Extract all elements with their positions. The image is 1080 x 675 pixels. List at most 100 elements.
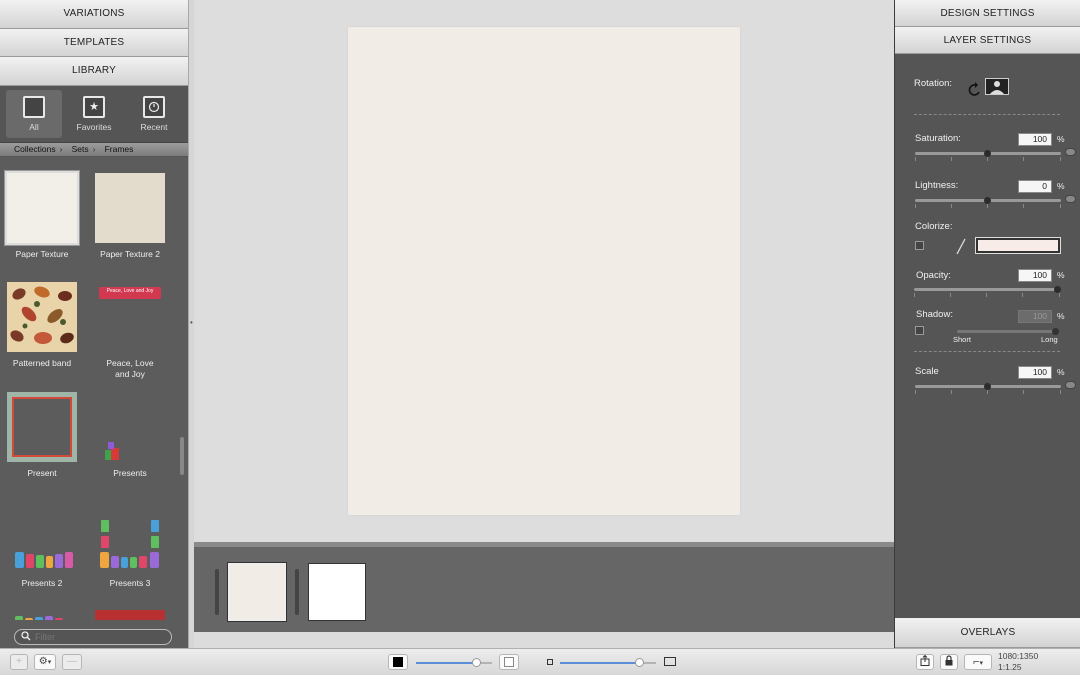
library-item[interactable]: Presents bbox=[86, 392, 174, 479]
rotate-icon[interactable] bbox=[967, 82, 983, 101]
background-color-button[interactable] bbox=[499, 654, 519, 670]
colorize-color-well[interactable] bbox=[975, 237, 1061, 254]
library-item-label: Present bbox=[27, 468, 57, 478]
lock-button[interactable] bbox=[940, 654, 958, 670]
lightness-ticks bbox=[915, 204, 1061, 209]
filter-all-button[interactable]: All bbox=[6, 89, 62, 138]
christmas-card-thumbnail bbox=[95, 610, 165, 620]
color-slider-knob[interactable] bbox=[472, 658, 481, 667]
design-page[interactable] bbox=[348, 27, 740, 515]
scale-reset-button[interactable] bbox=[1065, 381, 1076, 389]
square-icon bbox=[23, 95, 45, 118]
section-divider bbox=[914, 351, 1060, 352]
library-item[interactable]: Presents 3 bbox=[86, 502, 174, 589]
overlays-header[interactable]: OVERLAYS bbox=[895, 618, 1080, 648]
paper-texture-thumbnail bbox=[5, 171, 79, 245]
library-item-label: Paper Texture 2 bbox=[100, 249, 160, 259]
opacity-slider[interactable] bbox=[914, 286, 1061, 293]
library-header[interactable]: LIBRARY bbox=[0, 57, 188, 86]
design-canvas-area bbox=[194, 0, 894, 542]
filter-favorites-button[interactable]: ★ Favorites bbox=[66, 90, 122, 138]
breadcrumb: Collections Sets Frames bbox=[0, 142, 188, 157]
zoom-out-icon[interactable] bbox=[547, 659, 553, 665]
breadcrumb-frames[interactable]: Frames bbox=[93, 144, 140, 154]
saturation-slider-knob[interactable] bbox=[984, 150, 991, 157]
shadow-field[interactable]: 100 bbox=[1018, 310, 1052, 323]
colorize-checkbox[interactable] bbox=[915, 241, 924, 250]
library-item[interactable]: Present bbox=[0, 392, 86, 479]
remove-button[interactable]: — bbox=[62, 654, 82, 670]
saturation-field[interactable]: 100 bbox=[1018, 133, 1052, 146]
library-filter-bar: All ★ Favorites Recent bbox=[0, 85, 188, 143]
eyedropper-icon[interactable] bbox=[955, 237, 967, 258]
library-item[interactable]: Peace, Love and Joy Peace, Love and Joy bbox=[86, 282, 174, 380]
library-grid: Paper Texture Paper Texture 2 Patterned … bbox=[0, 158, 188, 620]
saturation-label: Saturation: bbox=[915, 133, 961, 144]
star-icon: ★ bbox=[83, 95, 105, 118]
library-scrollbar[interactable] bbox=[180, 437, 184, 475]
page-thumbnail-1[interactable] bbox=[228, 563, 286, 621]
share-icon bbox=[920, 654, 930, 666]
page-thumbnail-2[interactable] bbox=[308, 563, 366, 621]
opacity-field[interactable]: 100 bbox=[1018, 269, 1052, 282]
lightness-field[interactable]: 0 bbox=[1018, 180, 1052, 193]
saturation-reset-button[interactable] bbox=[1065, 148, 1076, 156]
zoom-slider-knob[interactable] bbox=[635, 658, 644, 667]
clock-icon bbox=[143, 95, 165, 118]
scale-slider-knob[interactable] bbox=[984, 383, 991, 390]
library-item[interactable]: Presents 2 bbox=[0, 502, 86, 589]
strip-separator bbox=[295, 569, 299, 615]
crop-menu-button[interactable]: ⌐▾ bbox=[964, 654, 992, 670]
filter-favorites-label: Favorites bbox=[76, 121, 112, 132]
library-item[interactable]: Paper Texture 2 bbox=[86, 173, 174, 260]
shadow-slider-knob[interactable] bbox=[1052, 328, 1059, 335]
peace-love-joy-thumbnail: Peace, Love and Joy bbox=[95, 282, 165, 352]
shadow-short-label: Short bbox=[953, 335, 971, 344]
gear-icon: ⚙ bbox=[38, 656, 48, 667]
filter-input[interactable] bbox=[35, 632, 155, 642]
lightness-label: Lightness: bbox=[915, 180, 959, 191]
layer-preview-icon[interactable] bbox=[985, 78, 1009, 95]
filter-recent-button[interactable]: Recent bbox=[126, 90, 182, 138]
color-slider[interactable] bbox=[416, 658, 492, 667]
filter-recent-label: Recent bbox=[140, 121, 168, 132]
chevron-down-icon: ▾ bbox=[979, 660, 983, 667]
variations-header[interactable]: VARIATIONS bbox=[0, 0, 188, 29]
design-settings-header[interactable]: DESIGN SETTINGS bbox=[895, 0, 1080, 27]
gear-menu-button[interactable]: ⚙▾ bbox=[34, 654, 56, 670]
scale-field[interactable]: 100 bbox=[1018, 366, 1052, 379]
shadow-slider[interactable] bbox=[957, 328, 1059, 335]
add-button[interactable]: + bbox=[10, 654, 28, 670]
breadcrumb-sets[interactable]: Sets bbox=[60, 144, 95, 154]
presents-2-thumbnail bbox=[7, 502, 77, 572]
zoom-slider[interactable] bbox=[560, 658, 656, 667]
opacity-label: Opacity: bbox=[916, 270, 951, 281]
bottom-toolbar: + ⚙▾ — ⌐▾ 1080:1350 1:1.25 bbox=[0, 648, 1080, 675]
share-button[interactable] bbox=[916, 654, 934, 670]
shadow-checkbox[interactable] bbox=[915, 326, 924, 335]
lightness-slider-knob[interactable] bbox=[984, 197, 991, 204]
library-item-label: Presents 2 bbox=[21, 578, 63, 588]
library-item[interactable] bbox=[0, 610, 86, 620]
lightness-reset-button[interactable] bbox=[1065, 195, 1076, 203]
opacity-slider-knob[interactable] bbox=[1054, 286, 1061, 293]
scale-slider[interactable] bbox=[915, 383, 1061, 390]
library-item[interactable]: Paper Texture bbox=[0, 171, 86, 260]
breadcrumb-collections[interactable]: Collections bbox=[4, 144, 62, 154]
lightness-slider[interactable] bbox=[915, 197, 1061, 204]
saturation-slider[interactable] bbox=[915, 150, 1061, 157]
fill-color-button[interactable] bbox=[388, 654, 408, 670]
scale-ticks bbox=[915, 390, 1061, 395]
canvas-dimensions: 1080:1350 bbox=[998, 651, 1039, 661]
opacity-percent: % bbox=[1057, 270, 1065, 280]
layer-settings-header[interactable]: LAYER SETTINGS bbox=[895, 27, 1080, 54]
rotation-label: Rotation: bbox=[914, 78, 953, 89]
library-item[interactable]: Patterned band bbox=[0, 282, 86, 369]
strip-footer bbox=[194, 632, 894, 648]
present-frame-thumbnail bbox=[7, 392, 77, 462]
templates-header[interactable]: TEMPLATES bbox=[0, 28, 188, 57]
library-item[interactable] bbox=[86, 610, 174, 620]
zoom-in-icon[interactable] bbox=[664, 657, 676, 666]
right-panel: DESIGN SETTINGS LAYER SETTINGS Rotation:… bbox=[894, 0, 1080, 648]
filter-search-box[interactable] bbox=[14, 629, 172, 645]
